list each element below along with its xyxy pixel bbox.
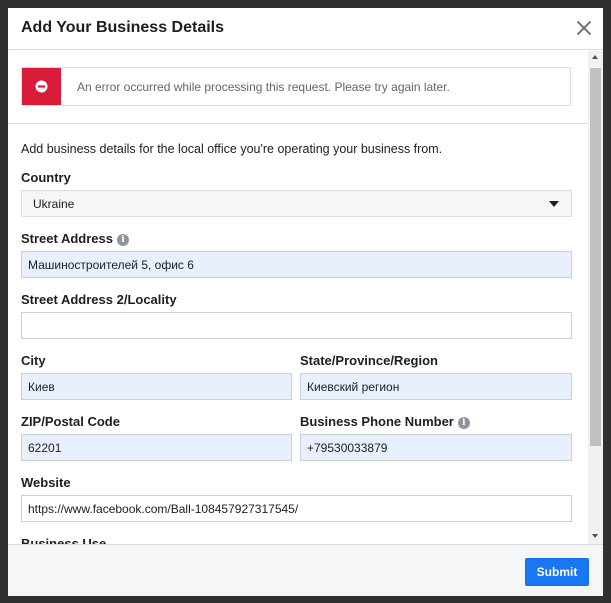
close-button[interactable]	[574, 18, 594, 38]
window-frame-right	[603, 0, 611, 603]
website-label: Website	[21, 475, 71, 490]
street-address-label: Street Address i	[21, 231, 129, 246]
section-divider	[8, 123, 588, 124]
country-label: Country	[21, 170, 71, 185]
zip-input[interactable]	[21, 434, 292, 461]
business-details-modal: Add Your Business Details An error occur…	[8, 8, 603, 596]
window-frame-left	[0, 0, 8, 603]
close-icon	[577, 21, 591, 35]
website-input[interactable]	[21, 495, 572, 522]
phone-label: Business Phone Number i	[300, 414, 470, 429]
phone-label-text: Business Phone Number	[300, 414, 454, 429]
street-address-2-label: Street Address 2/Locality	[21, 292, 177, 307]
business-use-label-text: Business Use	[21, 536, 107, 544]
modal-body[interactable]: An error occurred while processing this …	[8, 51, 603, 544]
scroll-up-arrow-icon[interactable]	[592, 55, 598, 59]
street-address-label-text: Street Address	[21, 231, 113, 246]
country-value: Ukraine	[33, 197, 75, 211]
error-banner: An error occurred while processing this …	[21, 67, 571, 106]
error-message: An error occurred while processing this …	[77, 80, 450, 94]
zip-label: ZIP/Postal Code	[21, 414, 120, 429]
submit-button[interactable]: Submit	[525, 558, 589, 586]
error-minus-circle-icon	[35, 80, 48, 93]
street-address-2-input[interactable]	[21, 312, 572, 339]
scroll-down-arrow-icon[interactable]	[592, 534, 598, 538]
street-address-2-label-text: Street Address 2/Locality	[21, 292, 177, 307]
error-icon-box	[22, 68, 61, 105]
country-select[interactable]: Ukraine	[21, 190, 572, 217]
country-label-text: Country	[21, 170, 71, 185]
phone-input[interactable]	[300, 434, 572, 461]
modal-title: Add Your Business Details	[21, 19, 225, 36]
modal-footer: Submit	[8, 544, 603, 596]
city-label-text: City	[21, 353, 46, 368]
info-icon[interactable]: i	[117, 233, 129, 246]
modal-header: Add Your Business Details	[8, 8, 603, 50]
city-input[interactable]	[21, 373, 292, 400]
window-frame-top	[0, 0, 611, 8]
zip-label-text: ZIP/Postal Code	[21, 414, 120, 429]
info-icon[interactable]: i	[457, 416, 470, 429]
scrollbar-thumb[interactable]	[590, 68, 601, 446]
caret-down-icon	[549, 201, 559, 207]
street-address-input[interactable]	[21, 251, 572, 278]
website-label-text: Website	[21, 475, 71, 490]
state-label-text: State/Province/Region	[300, 353, 438, 368]
city-label: City	[21, 353, 46, 368]
state-input[interactable]	[300, 373, 572, 400]
intro-text: Add business details for the local offic…	[21, 142, 443, 156]
state-label: State/Province/Region	[300, 353, 438, 368]
window-frame-bottom	[0, 596, 611, 603]
business-use-label: Business Use	[21, 536, 106, 544]
